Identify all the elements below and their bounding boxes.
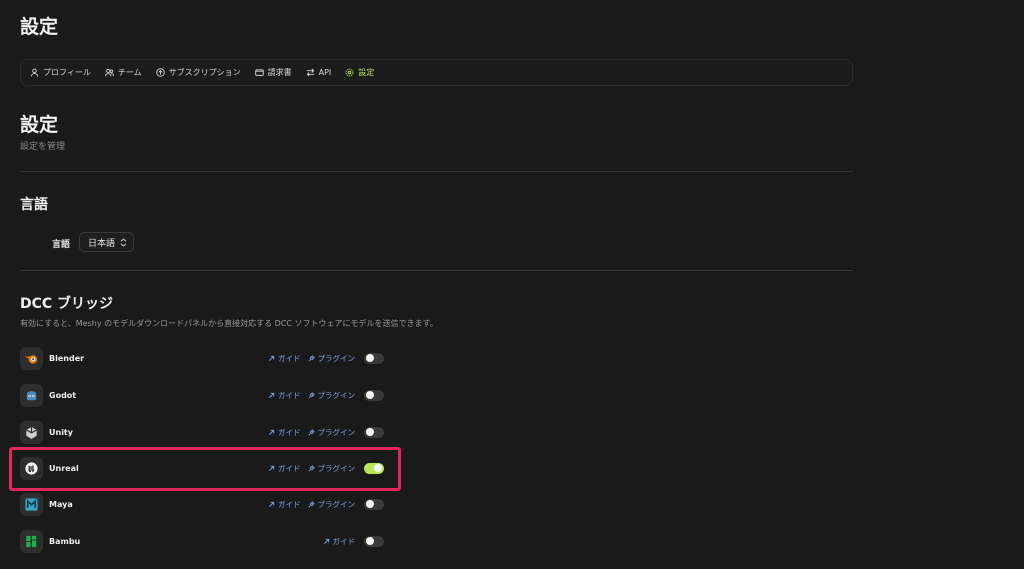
plugin-link[interactable]: プラグイン (308, 353, 356, 364)
external-arrow-icon (268, 501, 275, 507)
external-arrow-icon (268, 355, 275, 361)
dcc-description: 有効にすると、Meshy のモデルダウンロードパネルから直接対応する DCC ソ… (20, 319, 438, 328)
language-select-value: 日本語 (88, 238, 116, 249)
tab-label: 請求書 (267, 68, 292, 77)
maya-icon (20, 492, 43, 516)
arrow-up-circle-icon (155, 68, 165, 77)
godot-icon (20, 383, 43, 407)
dcc-row-unity: Unity ガイド プラグイン (20, 420, 384, 444)
plugin-link[interactable]: プラグイン (308, 390, 356, 401)
guide-link[interactable]: ガイド (268, 353, 301, 364)
settings-tabs: プロフィール チーム サブスクリプション 請求書 API 設定 (20, 59, 853, 86)
toggle-knob (366, 354, 374, 362)
guide-label: ガイド (278, 499, 301, 509)
dcc-toggle[interactable] (364, 426, 384, 438)
dcc-row-maya: Maya ガイド プラグイン (20, 492, 384, 516)
settings-heading: 設定 (20, 114, 59, 136)
dcc-toggle[interactable] (364, 389, 384, 401)
dcc-toggle[interactable] (364, 535, 384, 547)
dcc-name: Unity (49, 427, 73, 437)
unity-icon (20, 420, 43, 444)
guide-label: ガイド (278, 427, 301, 437)
tab-label: プロフィール (43, 68, 91, 77)
toggle-knob (366, 428, 374, 436)
page-title: 設定 (20, 16, 59, 38)
guide-link[interactable]: ガイド (268, 390, 301, 401)
tab-team[interactable]: チーム (104, 67, 142, 78)
language-heading: 言語 (20, 197, 48, 213)
plug-icon (308, 428, 315, 435)
tab-subscription[interactable]: サブスクリプション (155, 67, 241, 78)
guide-link[interactable]: ガイド (268, 499, 301, 510)
tab-label: 設定 (358, 68, 375, 77)
dcc-row-blender: Blender ガイド プラグイン (20, 346, 384, 370)
plugin-link[interactable]: プラグイン (308, 499, 356, 510)
tab-settings[interactable]: 設定 (345, 67, 374, 78)
external-arrow-icon (323, 538, 329, 544)
dcc-name: Godot (49, 390, 77, 400)
tab-profile[interactable]: プロフィール (30, 67, 91, 78)
tab-label: チーム (117, 68, 142, 77)
plugin-label: プラグイン (317, 390, 356, 400)
swap-icon (306, 68, 314, 77)
toggle-knob (366, 391, 374, 399)
plugin-label: プラグイン (317, 499, 356, 509)
bambu-icon (20, 529, 43, 553)
plugin-label: プラグイン (317, 353, 356, 363)
dcc-name: Blender (49, 353, 85, 363)
toggle-knob (366, 500, 374, 508)
user-icon (30, 68, 39, 77)
plug-icon (308, 500, 315, 507)
plugin-link[interactable]: プラグイン (308, 427, 356, 438)
language-label: 言語 (52, 240, 71, 250)
mail-icon (254, 69, 264, 76)
guide-link[interactable]: ガイド (268, 427, 301, 438)
blender-icon (20, 346, 43, 370)
divider (20, 270, 853, 271)
dcc-row-bambu: Bambu ガイド (20, 529, 384, 553)
dcc-name: Bambu (49, 536, 81, 546)
chevron-up-down-icon (120, 237, 127, 247)
guide-link[interactable]: ガイド (323, 536, 356, 547)
guide-label: ガイド (278, 353, 301, 363)
dcc-toggle[interactable] (364, 498, 384, 510)
divider (20, 171, 853, 172)
tab-label: サブスクリプション (168, 68, 241, 77)
plug-icon (308, 354, 315, 361)
dcc-toggle[interactable] (364, 352, 384, 364)
toggle-knob (366, 537, 374, 545)
tab-api[interactable]: API (306, 68, 332, 77)
settings-subtitle: 設定を管理 (20, 142, 66, 152)
external-arrow-icon (268, 429, 275, 435)
tab-invoices[interactable]: 請求書 (254, 67, 292, 78)
dcc-name: Maya (49, 499, 73, 509)
users-icon (104, 68, 114, 77)
tab-label: API (318, 68, 332, 77)
external-arrow-icon (268, 392, 275, 398)
plugin-label: プラグイン (317, 427, 356, 437)
language-select[interactable]: 日本語 (79, 232, 134, 252)
guide-label: ガイド (332, 536, 356, 546)
dcc-heading: DCC ブリッジ (20, 296, 114, 312)
gear-icon (345, 68, 354, 77)
dcc-row-godot: Godot ガイド プラグイン (20, 383, 384, 407)
guide-label: ガイド (278, 390, 301, 400)
unreal-highlight-box (9, 447, 401, 491)
plug-icon (308, 391, 315, 398)
